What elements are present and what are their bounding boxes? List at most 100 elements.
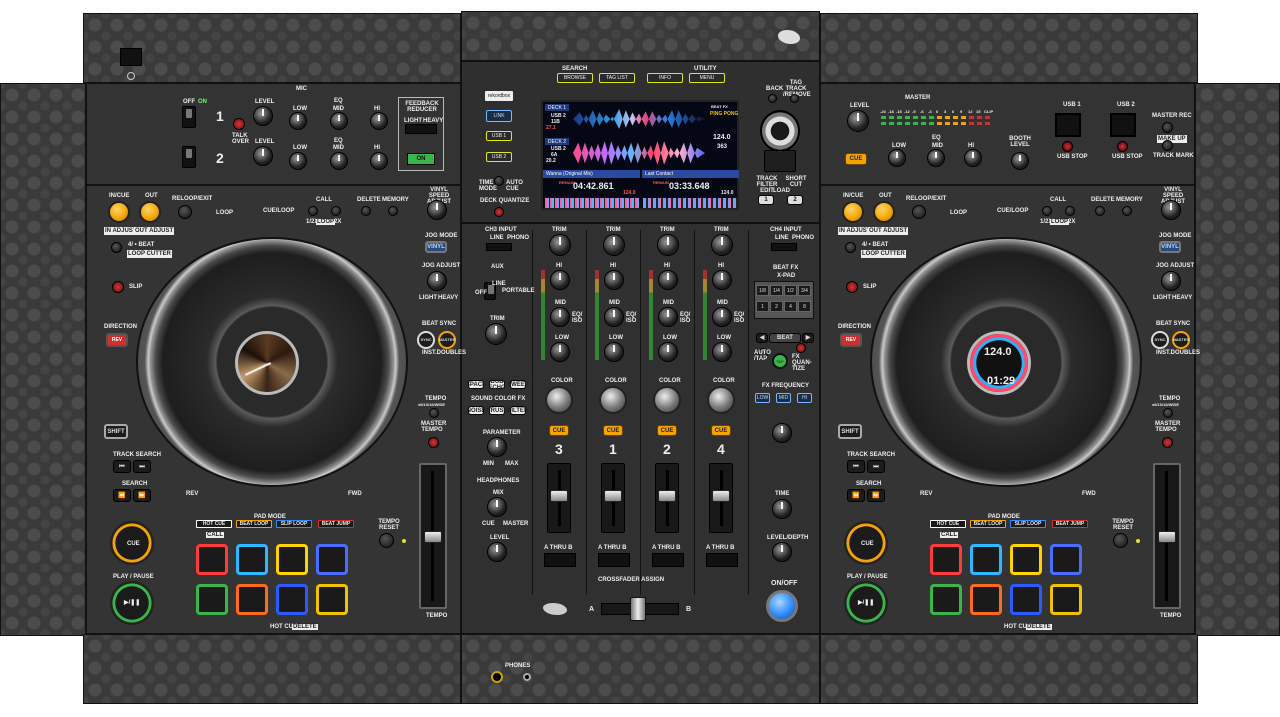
usb1-source-button[interactable]: USB 1 [486,131,512,141]
right-performance-pad[interactable] [1010,584,1042,615]
channel-trim-knob[interactable] [711,234,733,256]
ch4-input-switch[interactable] [771,243,797,251]
fx-on-off-button[interactable] [766,590,798,622]
phones-jack-small[interactable] [523,673,531,681]
fx-quantize-button[interactable] [796,343,806,353]
right-call-next-button[interactable] [1065,206,1075,216]
beat-left-button[interactable]: ◀ [756,333,768,343]
left-track-search-prev-button[interactable]: ⏮ [113,460,131,473]
master-level-knob[interactable] [847,110,869,132]
right-performance-pad[interactable] [1050,544,1082,575]
left-performance-pad[interactable] [276,544,308,575]
left-delete-button[interactable] [361,206,371,216]
beat-fx-select-knob[interactable] [772,423,792,443]
channel-cue-button[interactable]: CUE [603,425,623,436]
mic2-switch[interactable] [182,146,196,168]
right-hot-cue-mode-button[interactable]: HOT CUE [930,520,966,528]
channel-fader-cap[interactable] [712,490,730,502]
left-performance-pad[interactable] [196,544,228,575]
channel-hi-knob[interactable] [712,270,732,290]
right-master-tempo-button[interactable] [1162,437,1173,448]
deck-quantize-button[interactable] [494,207,504,217]
mic2-low-knob[interactable] [289,152,307,170]
channel-hi-knob[interactable] [658,270,678,290]
channel-low-knob[interactable] [658,342,678,362]
crossfader-knob[interactable] [630,597,646,621]
channel-fader[interactable] [709,463,733,533]
x-pad-cell[interactable]: 1/2 [784,285,797,296]
rotary-selector[interactable] [760,110,800,152]
master-low-knob[interactable] [888,149,906,167]
x-pad-cell[interactable]: 1/4 [770,285,783,296]
headphones-mix-knob[interactable] [487,497,507,517]
left-performance-pad[interactable] [316,584,348,615]
left-performance-pad[interactable] [236,544,268,575]
headphones-level-knob[interactable] [487,542,507,562]
info-button[interactable]: INFO [647,73,683,83]
usb2-port[interactable] [1110,113,1136,137]
usb1-port[interactable] [1055,113,1081,137]
menu-button[interactable]: MENU [689,73,725,83]
channel-fader[interactable] [601,463,625,533]
master-cue-button[interactable]: CUE [845,153,867,165]
fx-hi-button[interactable]: HI [797,393,812,403]
right-search-rew-button[interactable]: ⏪ [847,489,865,502]
dub-echo-fx-button[interactable]: DUB ECHO [488,379,505,391]
tag-track-button[interactable] [790,94,799,103]
channel-hi-knob[interactable] [604,270,624,290]
channel-fader[interactable] [547,463,571,533]
level-depth-knob[interactable] [772,542,792,562]
channel-mid-knob[interactable] [550,307,570,327]
aux-trim-knob[interactable] [485,323,507,345]
channel-color-knob[interactable] [545,386,573,414]
right-search-ffw-button[interactable]: ⏩ [867,489,885,502]
right-vinyl-speed-knob[interactable] [1161,200,1181,220]
right-tempo-range-button[interactable] [1163,408,1173,418]
right-performance-pad[interactable] [930,584,962,615]
left-jog-adjust-knob[interactable] [427,271,447,291]
channel-cue-button[interactable]: CUE [549,425,569,436]
ch3-input-switch[interactable] [486,243,512,251]
talkover-button[interactable] [233,118,245,130]
mic1-level-knob[interactable] [253,106,273,126]
right-shift-button[interactable]: SHIFT [838,424,862,439]
deck2-tab[interactable]: DECK 2 [545,138,569,145]
power-switch[interactable] [120,48,142,66]
right-sync-button[interactable]: SYNC [1151,331,1169,349]
channel-cue-button[interactable]: CUE [657,425,677,436]
left-tempo-fader-cap[interactable] [424,531,442,543]
load-deck1-button[interactable]: 1 [758,195,774,205]
noise-fx-button[interactable]: NOISE [467,406,485,415]
right-performance-pad[interactable] [1050,584,1082,615]
right-performance-pad[interactable] [1010,544,1042,575]
booth-level-knob[interactable] [1011,152,1029,170]
left-beat-loop-mode-button[interactable]: BEAT LOOP [236,520,272,528]
left-slip-loop-mode-button[interactable]: SLIP LOOP [276,520,312,528]
back-button[interactable] [768,94,777,103]
channel-low-knob[interactable] [712,342,732,362]
left-performance-pad[interactable] [276,584,308,615]
left-direction-rev-button[interactable]: REV [106,333,128,347]
touch-screen[interactable]: DECK 1 DECK 2 USB 2 11B 27.1 USB 2 6A 20… [541,100,739,210]
right-delete-button[interactable] [1095,206,1105,216]
channel-low-knob[interactable] [604,342,624,362]
usb1-stop-button[interactable] [1062,141,1073,152]
channel-cue-button[interactable]: CUE [711,425,731,436]
mic2-mid-knob[interactable] [330,152,348,170]
left-track-search-next-button[interactable]: ⏭ [133,460,151,473]
crush-fx-button[interactable]: CRUSH [486,406,508,415]
right-slip-loop-mode-button[interactable]: SLIP LOOP [1010,520,1046,528]
right-performance-pad[interactable] [970,584,1002,615]
left-hot-cue-mode-button[interactable]: HOT CUE [196,520,232,528]
left-beat-loop-button[interactable] [111,242,122,253]
right-beat-jump-mode-button[interactable]: BEAT JUMP [1052,520,1088,528]
right-direction-rev-button[interactable]: REV [840,333,862,347]
right-track-search-next-button[interactable]: ⏭ [867,460,885,473]
channel-mid-knob[interactable] [658,307,678,327]
left-tempo-range-button[interactable] [429,408,439,418]
usb2-source-button[interactable]: USB 2 [486,152,512,162]
channel-fader[interactable] [655,463,679,533]
left-search-rew-button[interactable]: ⏪ [113,489,131,502]
master-rec-button[interactable] [1162,122,1173,133]
right-tempo-reset-button[interactable] [1113,533,1128,548]
